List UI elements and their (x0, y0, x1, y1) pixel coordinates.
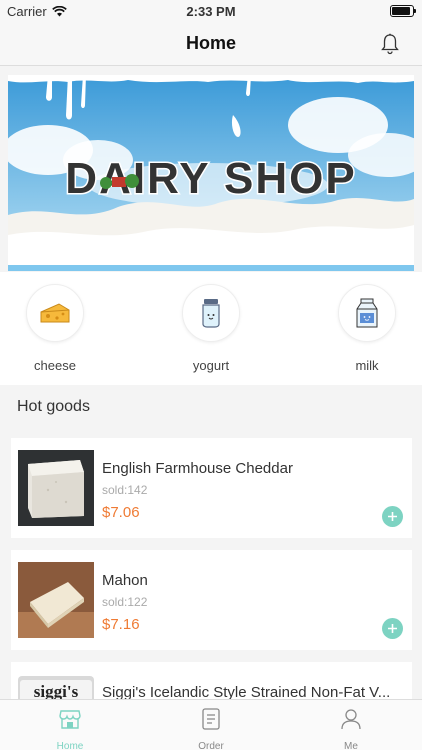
category-cheese[interactable]: cheese (15, 284, 95, 373)
main-content[interactable]: DAIRY SHOP cheese yogurt milk Hot goods … (0, 67, 422, 699)
section-title: Hot goods (17, 398, 90, 415)
product-name: Siggi's Icelandic Style Strained Non-Fat… (102, 684, 391, 699)
bell-icon[interactable] (378, 32, 402, 56)
list-item[interactable]: English Farmhouse Cheddar sold:142 $7.06 (11, 438, 412, 538)
document-icon (202, 708, 220, 730)
tab-label: Home (56, 741, 84, 750)
category-row: cheese yogurt milk (0, 272, 422, 385)
brand-label: siggi's (34, 682, 79, 699)
category-label: yogurt (192, 358, 230, 373)
banner-image[interactable]: DAIRY SHOP (8, 75, 414, 271)
product-price: $7.06 (102, 504, 140, 521)
plus-icon (388, 512, 397, 521)
tab-order[interactable]: Order (166, 708, 256, 750)
product-image (18, 450, 94, 526)
status-bar: Carrier 2:33 PM (0, 0, 422, 22)
product-image: siggi's (18, 674, 94, 699)
product-name: Mahon (102, 572, 148, 589)
navigation-bar: Home (0, 22, 422, 66)
tab-home[interactable]: Home (25, 708, 115, 750)
battery-icon (390, 5, 416, 17)
category-label: milk (355, 358, 379, 373)
person-icon (341, 709, 361, 730)
category-label: cheese (34, 358, 76, 373)
add-to-cart-button[interactable] (382, 506, 403, 527)
add-to-cart-button[interactable] (382, 618, 403, 639)
product-image (18, 562, 94, 638)
product-sold: sold:122 (102, 595, 148, 609)
list-item[interactable]: Mahon sold:122 $7.16 (11, 550, 412, 650)
tab-me[interactable]: Me (306, 708, 396, 750)
product-price: $7.16 (102, 616, 140, 633)
milk-carton-icon (356, 298, 378, 328)
page-title: Home (185, 33, 236, 53)
category-icon-wrap (182, 284, 240, 342)
category-milk[interactable]: milk (327, 284, 407, 373)
status-time: 2:33 PM (186, 4, 236, 19)
category-yogurt[interactable]: yogurt (171, 284, 251, 373)
product-sold: sold:142 (102, 483, 148, 497)
tab-label: Me (344, 741, 358, 750)
category-icon-wrap (338, 284, 396, 342)
list-item[interactable]: siggi's Siggi's Icelandic Style Strained… (11, 662, 412, 699)
yogurt-jar-icon (202, 299, 220, 328)
battery-fill (392, 7, 410, 15)
tab-label: Order (198, 741, 224, 750)
shop-icon (59, 710, 81, 729)
product-name: English Farmhouse Cheddar (102, 460, 293, 477)
plus-icon (388, 624, 397, 633)
cheese-icon (40, 303, 70, 323)
category-icon-wrap (26, 284, 84, 342)
tab-bar: Home Order Me (0, 699, 422, 750)
